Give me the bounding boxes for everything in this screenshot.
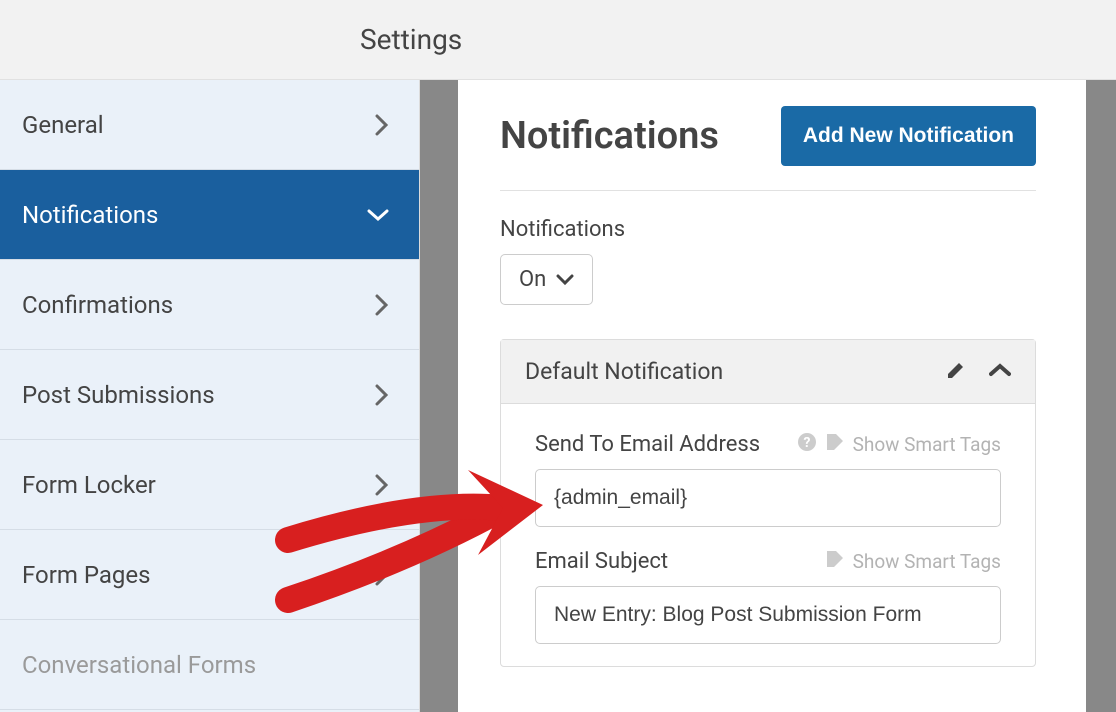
right-gutter [1086,80,1116,712]
chevron-right-icon [375,294,389,316]
sidebar-item-conversational-forms[interactable]: Conversational Forms [0,620,419,710]
sidebar-item-label: Conversational Forms [22,651,256,679]
svg-text:?: ? [803,435,810,451]
page-title: Notifications [500,114,719,158]
sidebar-item-label: Confirmations [22,291,173,319]
sidebar-item-label: Form Pages [22,561,151,589]
field-top: Email Subject Show Smart Tags [535,549,1001,574]
sidebar-item-label: Form Locker [22,471,156,499]
panel-actions [945,359,1011,385]
sidebar-item-notifications[interactable]: Notifications [0,170,419,260]
field-top: Send To Email Address ? Show Smart Tags [535,432,1001,457]
smart-tags-label: Show Smart Tags [853,433,1001,456]
dropdown-value: On [519,267,546,292]
send-to-label: Send To Email Address [535,432,760,457]
email-subject-label: Email Subject [535,549,668,574]
panel-body: Send To Email Address ? Show Smart Tags [501,404,1035,644]
main-inner: Notifications Add New Notification Notif… [458,106,1086,667]
chevron-right-icon [375,384,389,406]
chevron-right-icon [375,564,389,586]
smart-tags-label: Show Smart Tags [853,550,1001,573]
tag-icon [825,432,845,457]
page-header: Notifications Add New Notification [500,106,1036,191]
notification-panel: Default Notification Send To Email Addre [500,339,1036,667]
left-gutter [420,80,458,712]
help-icon: ? [797,432,817,457]
smart-tags-send-to[interactable]: ? Show Smart Tags [797,432,1001,457]
notifications-toggle-dropdown[interactable]: On [500,254,593,305]
notifications-toggle-label: Notifications [500,217,1036,242]
send-to-input[interactable] [535,469,1001,527]
chevron-down-icon [556,267,574,292]
topbar-title: Settings [360,23,462,56]
email-subject-field: Email Subject Show Smart Tags [535,549,1001,644]
sidebar-item-general[interactable]: General [0,80,419,170]
panel-title: Default Notification [525,358,723,385]
settings-sidebar: General Notifications Confirmations Post… [0,80,420,712]
chevron-right-icon [375,114,389,136]
panel-header: Default Notification [501,340,1035,404]
sidebar-item-post-submissions[interactable]: Post Submissions [0,350,419,440]
smart-tags-subject[interactable]: Show Smart Tags [825,549,1001,574]
add-new-notification-button[interactable]: Add New Notification [781,106,1036,166]
chevron-down-icon [367,208,389,222]
send-to-field: Send To Email Address ? Show Smart Tags [535,432,1001,527]
sidebar-item-confirmations[interactable]: Confirmations [0,260,419,350]
tag-icon [825,549,845,574]
sidebar-item-label: Notifications [22,201,158,229]
sidebar-item-form-locker[interactable]: Form Locker [0,440,419,530]
chevron-right-icon [375,474,389,496]
main-content: Notifications Add New Notification Notif… [458,80,1086,712]
edit-icon[interactable] [945,359,967,385]
sidebar-item-label: General [22,111,104,139]
sidebar-item-form-pages[interactable]: Form Pages [0,530,419,620]
sidebar-item-label: Post Submissions [22,381,215,409]
chevron-up-icon[interactable] [989,362,1011,381]
email-subject-input[interactable] [535,586,1001,644]
main-container: General Notifications Confirmations Post… [0,80,1116,712]
topbar: Settings [0,0,1116,80]
